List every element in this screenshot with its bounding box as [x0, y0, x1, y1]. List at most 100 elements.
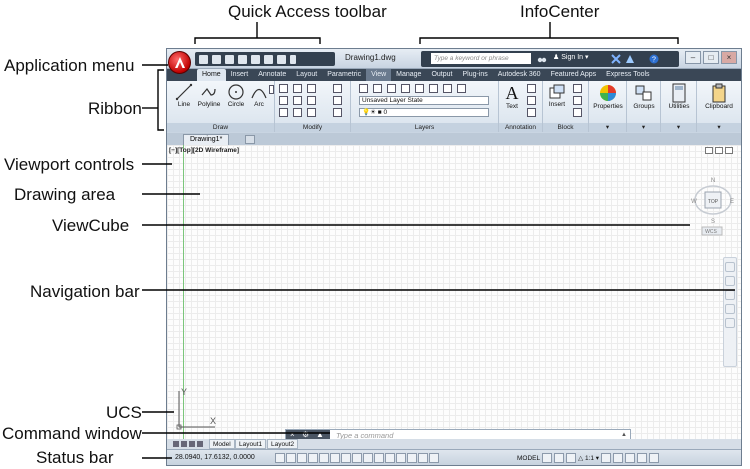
layout-tab-layout1[interactable]: Layout1: [235, 439, 267, 449]
layer-properties-icon[interactable]: [359, 84, 368, 93]
close-button[interactable]: ×: [721, 51, 737, 64]
utilities-tool[interactable]: Utilities: [662, 83, 696, 110]
cursor-coordinates[interactable]: 28.0940, 17.6132, 0.0000: [175, 454, 255, 461]
application-menu-button[interactable]: [168, 51, 191, 74]
quick-view-drawings-icon[interactable]: [554, 453, 565, 463]
sign-in-button[interactable]: ♟ Sign In ▾: [553, 53, 589, 61]
leader-icon[interactable]: [527, 96, 536, 105]
command-close-icon[interactable]: ×: [290, 430, 295, 439]
polyline-tool[interactable]: Polyline: [195, 83, 223, 108]
plot-icon[interactable]: [251, 54, 260, 64]
annotation-panel-title[interactable]: Annotation: [499, 123, 542, 132]
tab-featured-apps[interactable]: Featured Apps: [546, 69, 602, 81]
quick-properties-icon[interactable]: [407, 453, 417, 463]
snap-mode-icon[interactable]: [286, 453, 296, 463]
clipboard-panel[interactable]: Clipboard ▾: [697, 81, 741, 132]
annotation-visibility-icon[interactable]: [566, 453, 577, 463]
layer-isolate-icon[interactable]: [387, 84, 396, 93]
drawing-area[interactable]: [−][Top][2D Wireframe] TOP N S W E WCS Y…: [167, 145, 741, 439]
insert-tool[interactable]: Insert: [545, 83, 569, 108]
properties-panel[interactable]: Properties ▾: [589, 81, 627, 132]
rotate-icon[interactable]: [293, 84, 302, 93]
lock-ui-icon[interactable]: [613, 453, 624, 463]
help-icon[interactable]: ?: [649, 54, 659, 64]
layer-unisolate-icon[interactable]: [457, 84, 466, 93]
hardware-acceleration-icon[interactable]: [637, 453, 648, 463]
groups-panel-expander[interactable]: ▾: [627, 123, 660, 132]
last-layout-icon[interactable]: [197, 441, 203, 447]
draw-panel-title[interactable]: Draw: [167, 123, 274, 132]
infer-constraints-icon[interactable]: [275, 453, 285, 463]
current-layer-dropdown[interactable]: 💡☀ ■ 0: [359, 108, 489, 117]
groups-panel[interactable]: Groups ▾: [627, 81, 661, 132]
layers-panel-title[interactable]: Layers: [351, 123, 498, 132]
tab-layout[interactable]: Layout: [291, 69, 322, 81]
scale-icon[interactable]: [293, 108, 302, 117]
dimension-icon[interactable]: [527, 84, 536, 93]
undo-icon[interactable]: [264, 54, 273, 64]
draw-more-icon[interactable]: [269, 85, 274, 94]
object-snap-icon[interactable]: [330, 453, 340, 463]
properties-tool[interactable]: Properties: [590, 83, 626, 110]
dynamic-input-icon[interactable]: [374, 453, 384, 463]
line-tool[interactable]: Line: [173, 83, 195, 108]
command-customize-icon[interactable]: ⚙: [302, 430, 309, 439]
edit-attributes-icon[interactable]: [573, 108, 582, 117]
stay-connected-icon[interactable]: [625, 54, 635, 64]
new-tab-button[interactable]: [245, 135, 255, 144]
tab-autodesk-360[interactable]: Autodesk 360: [493, 69, 546, 81]
clean-screen-icon[interactable]: [649, 453, 660, 463]
mirror-icon[interactable]: [293, 96, 302, 105]
modify-panel-title[interactable]: Modify: [275, 123, 350, 132]
layer-match-icon[interactable]: [429, 84, 438, 93]
redo-icon[interactable]: [277, 54, 286, 64]
layout-tab-model[interactable]: Model: [209, 439, 235, 449]
transparency-icon[interactable]: [396, 453, 406, 463]
groups-tool[interactable]: Groups: [628, 83, 660, 110]
viewcube[interactable]: TOP N S W E WCS: [687, 157, 735, 237]
block-panel-title[interactable]: Block: [543, 123, 588, 132]
prev-layout-icon[interactable]: [181, 441, 187, 447]
workspace-switching-icon[interactable]: [601, 453, 612, 463]
explode-icon[interactable]: [333, 96, 342, 105]
minimize-button[interactable]: –: [685, 51, 701, 64]
next-layout-icon[interactable]: [189, 441, 195, 447]
model-space-toggle[interactable]: MODEL: [517, 455, 540, 462]
orbit-icon[interactable]: [725, 304, 735, 314]
grid-display-icon[interactable]: [297, 453, 307, 463]
arc-tool[interactable]: Arc: [249, 83, 269, 108]
layer-state-dropdown[interactable]: Unsaved Layer State: [359, 96, 489, 105]
zoom-extents-icon[interactable]: [725, 290, 735, 300]
3d-object-snap-icon[interactable]: [341, 453, 351, 463]
edit-block-icon[interactable]: [573, 96, 582, 105]
viewport-controls[interactable]: [−][Top][2D Wireframe]: [169, 147, 239, 154]
layout-tab-layout2[interactable]: Layout2: [267, 439, 299, 449]
object-snap-tracking-icon[interactable]: [352, 453, 362, 463]
array-icon[interactable]: [307, 108, 316, 117]
stretch-icon[interactable]: [279, 108, 288, 117]
create-block-icon[interactable]: [573, 84, 582, 93]
tab-view[interactable]: View: [366, 69, 392, 81]
isolate-objects-icon[interactable]: [625, 453, 636, 463]
viewport-close-button[interactable]: [725, 147, 733, 154]
layer-previous-icon[interactable]: [443, 84, 452, 93]
new-icon[interactable]: [199, 54, 208, 64]
tab-express-tools[interactable]: Express Tools: [601, 69, 654, 81]
ucs-icon[interactable]: Y X: [175, 387, 225, 432]
steering-wheel-icon[interactable]: [725, 262, 735, 272]
move-icon[interactable]: [279, 84, 288, 93]
lineweight-icon[interactable]: [385, 453, 395, 463]
clipboard-panel-expander[interactable]: ▾: [697, 123, 741, 132]
ortho-mode-icon[interactable]: [308, 453, 318, 463]
utilities-panel-expander[interactable]: ▾: [661, 123, 696, 132]
dynamic-ucs-icon[interactable]: [363, 453, 373, 463]
tab-parametric[interactable]: Parametric: [322, 69, 366, 81]
annotation-scale[interactable]: △ 1:1 ▾: [578, 454, 599, 462]
file-tab-drawing1[interactable]: Drawing1*: [183, 134, 230, 145]
layer-off-icon[interactable]: [373, 84, 382, 93]
save-icon[interactable]: [225, 54, 234, 64]
trim-icon[interactable]: [307, 84, 316, 93]
tab-manage[interactable]: Manage: [391, 69, 426, 81]
tab-annotate[interactable]: Annotate: [253, 69, 291, 81]
circle-tool[interactable]: Circle: [225, 83, 247, 108]
